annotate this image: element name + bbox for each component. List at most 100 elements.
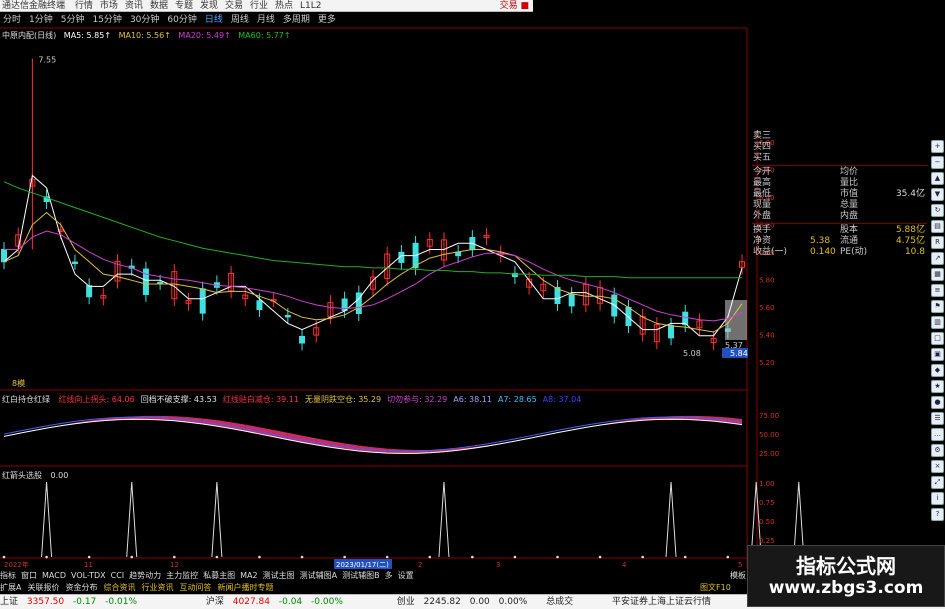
- indicator2-axis-label: 0.25: [759, 537, 775, 545]
- candle-body: [284, 314, 291, 318]
- time-axis-label: 4: [622, 561, 627, 569]
- info-tab-0[interactable]: 扩展A: [0, 583, 21, 592]
- time-axis-label: 5: [738, 561, 742, 569]
- price-box: [725, 300, 747, 340]
- tab-7[interactable]: 私募主图: [203, 571, 235, 580]
- template-tab[interactable]: 模板: [730, 570, 746, 582]
- tab-12[interactable]: 多: [385, 571, 393, 580]
- rsi-icon[interactable]: R: [931, 236, 944, 249]
- tab-9[interactable]: 测试主图: [263, 571, 295, 580]
- time-axis-label: 11: [84, 561, 93, 569]
- tab-13[interactable]: 设置: [398, 571, 414, 580]
- signal-dot: [300, 555, 304, 559]
- info-tab-5[interactable]: 互动问答: [179, 583, 211, 592]
- tab-0[interactable]: 指标: [0, 571, 16, 580]
- signal-dot: [726, 555, 730, 559]
- doc-icon[interactable]: ▣: [931, 348, 944, 361]
- bars-icon[interactable]: ▥: [931, 316, 944, 329]
- status-hs-change: -0.04: [278, 597, 303, 607]
- indicator1-axis-label: 50.00: [759, 431, 779, 439]
- arrow-icon[interactable]: ↗: [931, 252, 944, 265]
- status-sh-label: 上证: [0, 597, 19, 607]
- status-total-label: 总成交: [546, 597, 574, 607]
- tab-4[interactable]: CCI: [111, 571, 125, 580]
- status-sh-change: -0.17: [72, 597, 97, 607]
- price-axis-label: 5.60: [759, 304, 775, 312]
- eps-value: 0.140: [810, 247, 836, 257]
- tag-icon[interactable]: ◆: [931, 364, 944, 377]
- nav-value: 5.38: [810, 236, 831, 246]
- signal-dot: [683, 555, 687, 559]
- tab-10[interactable]: 测试辅图A: [300, 571, 337, 580]
- status-cy-value: 2245.82: [423, 597, 461, 607]
- zoom-in-icon[interactable]: +: [931, 140, 944, 153]
- zoom-out-icon[interactable]: −: [931, 156, 944, 169]
- current-price-tag: 5.84: [730, 349, 748, 358]
- grid-icon[interactable]: ▦: [931, 268, 944, 281]
- pe-label: PE(动): [840, 247, 868, 257]
- time-axis-label: 3: [496, 561, 500, 569]
- shares-label: 股本: [840, 225, 859, 235]
- info-tab-6[interactable]: 新闻户播时专题: [217, 583, 273, 592]
- settings-icon[interactable]: ⚙: [931, 444, 944, 457]
- tab-1[interactable]: 窗口: [21, 571, 37, 580]
- info-tabs: 扩展A 关联报价 资金分布 综合资讯 行业资讯 互动问答 新闻户播时专题: [0, 582, 650, 593]
- pin-icon[interactable]: ●: [931, 396, 944, 409]
- tab-5[interactable]: 趋势动力: [129, 571, 161, 580]
- bid4-label: 买四: [753, 142, 772, 152]
- tab-2[interactable]: MACD: [42, 571, 66, 580]
- help-icon[interactable]: ?: [931, 508, 944, 521]
- quote-panel: 卖三 买四 买五 今开 均价 最高 量比 最低 市值 35.4亿 现量 总量 外盘 内盘 换…: [752, 131, 927, 258]
- expand-icon[interactable]: ⤢: [931, 476, 944, 489]
- ask3-label: 卖三: [753, 131, 772, 141]
- candle-body: [668, 324, 675, 339]
- eps-label: 收益(一): [753, 247, 788, 257]
- info-tab-4[interactable]: 行业资讯: [141, 583, 173, 592]
- signal-dot: [428, 555, 432, 559]
- info-tab-3[interactable]: 综合资讯: [103, 583, 135, 592]
- time-axis-label: 2023/01/17(二): [336, 561, 389, 569]
- status-broker: 平安证券上海上证云行情: [612, 597, 712, 607]
- watermark-line2: www.zbgs3.com: [768, 578, 924, 598]
- chart-icon[interactable]: ▤: [931, 220, 944, 233]
- close-icon[interactable]: ×: [931, 460, 944, 473]
- signal-dot: [471, 555, 474, 559]
- candle-body: [455, 251, 462, 257]
- float-label: 流通: [840, 236, 859, 246]
- info-icon[interactable]: i: [931, 492, 944, 505]
- status-hs-label: 沪深: [205, 597, 224, 607]
- flag-icon[interactable]: ⚑: [931, 300, 944, 313]
- signal-dot: [215, 555, 219, 559]
- star-icon[interactable]: ★: [931, 380, 944, 393]
- low-label: 最低: [753, 189, 772, 199]
- status-cy-pct: 0.00%: [498, 597, 528, 607]
- info-tab-2[interactable]: 资金分布: [65, 583, 97, 592]
- bid5-label: 买五: [753, 153, 772, 163]
- status-cy-label: 创业: [396, 597, 415, 607]
- signal-spike: [211, 481, 223, 558]
- signal-dot: [2, 555, 6, 559]
- tab-8[interactable]: MA2: [240, 571, 257, 580]
- f10-tab[interactable]: 图文F10: [700, 582, 731, 593]
- chevron-down-icon[interactable]: ▼: [931, 188, 944, 201]
- list-icon[interactable]: ≡: [931, 284, 944, 297]
- more-icon[interactable]: …: [931, 428, 944, 441]
- time-axis-label: 2022年: [4, 560, 29, 569]
- chevron-up-icon[interactable]: ▲: [931, 172, 944, 185]
- candle-body: [625, 306, 632, 327]
- tab-3[interactable]: VOL-TDX: [71, 571, 106, 580]
- indicator1-blue-line: [3, 416, 743, 452]
- outer-label: 外盘: [753, 211, 772, 221]
- indicator2-axis-label: 0.50: [759, 518, 775, 526]
- price-axis-label: 5.20: [759, 359, 775, 367]
- signal-dot: [87, 555, 91, 559]
- info-tab-1[interactable]: 关联报价: [27, 583, 59, 592]
- tab-6[interactable]: 主力监控: [166, 571, 198, 580]
- candle-body: [199, 288, 206, 314]
- refresh-icon[interactable]: ↻: [931, 204, 944, 217]
- box-icon[interactable]: □: [931, 332, 944, 345]
- kline-chart[interactable]: 7.555.085.375.848模 6.806.606.406.206.005…: [0, 0, 945, 570]
- avg-label: 均价: [840, 167, 859, 177]
- menu-icon[interactable]: ☰: [931, 412, 944, 425]
- tab-11[interactable]: 测试辅图B: [342, 571, 380, 580]
